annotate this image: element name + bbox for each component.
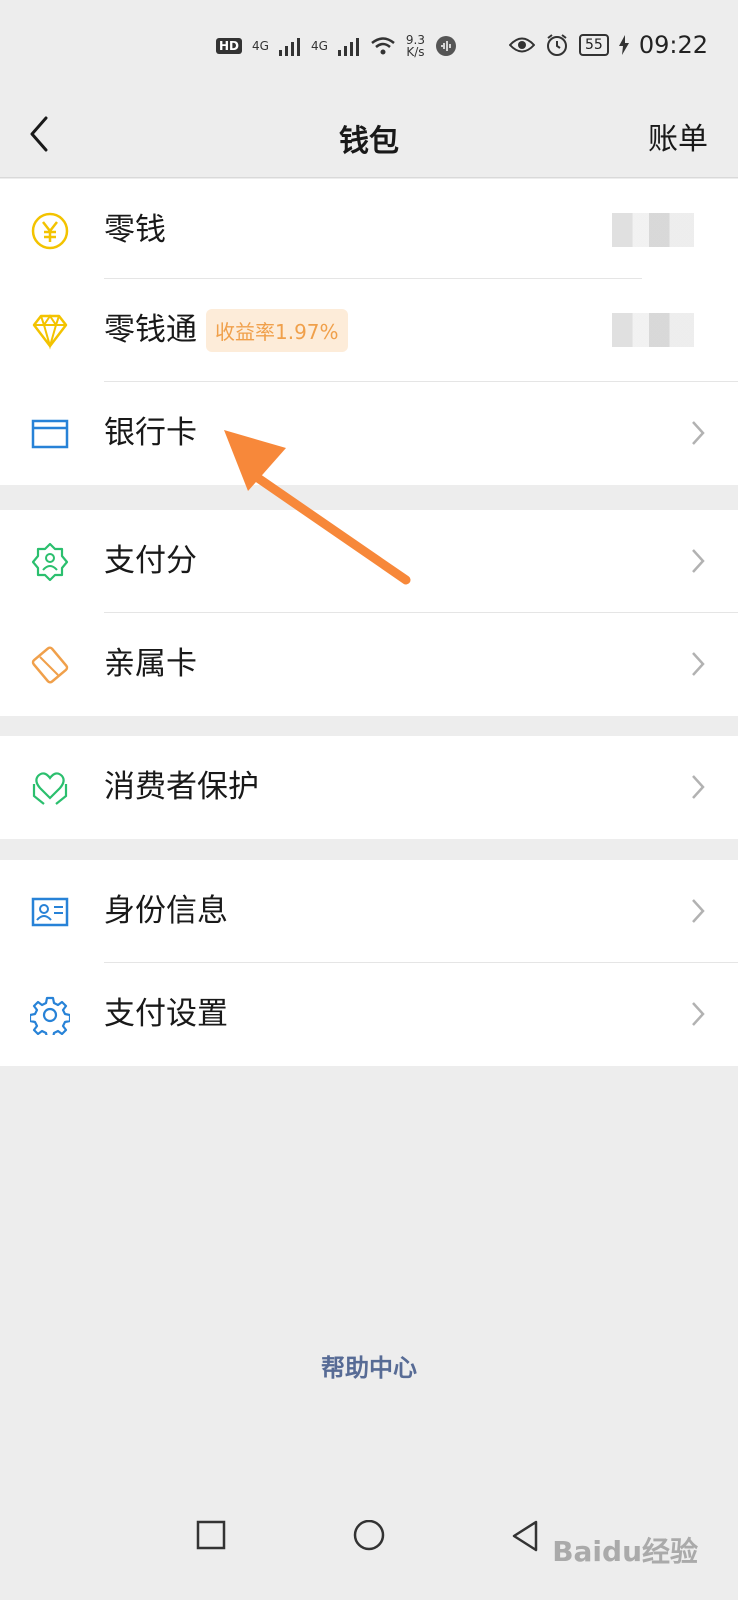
back-nav-icon[interactable] bbox=[510, 1520, 540, 1554]
status-left: HD 4G 4G 9.3 K/s bbox=[216, 34, 457, 58]
menu-item-label: 银行卡 bbox=[104, 415, 197, 451]
network-indicator-2: 4G bbox=[310, 39, 328, 53]
chevron-right-icon bbox=[692, 899, 705, 923]
pay-score-icon bbox=[31, 542, 69, 582]
menu-item-balance[interactable]: 零钱 bbox=[0, 179, 738, 279]
menu-item-label: 支付设置 bbox=[104, 996, 228, 1032]
chevron-right-icon bbox=[692, 549, 705, 573]
signal-icon-2 bbox=[337, 38, 359, 56]
menu-item-label: 支付分 bbox=[104, 543, 197, 579]
battery-indicator: 55 bbox=[579, 34, 609, 56]
chevron-right-icon bbox=[692, 652, 705, 676]
status-bar: HD 4G 4G 9.3 K/s 55 09:22 bbox=[0, 0, 738, 90]
wallet-group-4: 身份信息 支付设置 bbox=[0, 860, 738, 1066]
charging-icon bbox=[618, 35, 629, 55]
lingqiantong-amount-blurred bbox=[612, 313, 694, 347]
menu-item-label: 消费者保护 bbox=[104, 769, 259, 805]
menu-item-identity-info[interactable]: 身份信息 bbox=[0, 860, 738, 963]
speed-unit: K/s bbox=[406, 45, 425, 59]
watermark: Baidu经验 bbox=[552, 1535, 698, 1568]
chevron-right-icon bbox=[692, 421, 705, 445]
balance-amount-blurred bbox=[612, 213, 694, 247]
menu-item-label: 身份信息 bbox=[104, 893, 228, 929]
speed-indicator: 9.3 K/s bbox=[406, 34, 425, 58]
wifi-icon bbox=[371, 37, 395, 55]
help-center-link[interactable]: 帮助中心 bbox=[0, 1348, 738, 1383]
gear-icon bbox=[30, 996, 70, 1035]
yuan-coin-icon bbox=[31, 212, 69, 250]
sound-icon bbox=[435, 36, 456, 56]
wallet-group-3: 消费者保护 bbox=[0, 736, 738, 839]
clock: 09:22 bbox=[638, 31, 708, 59]
menu-item-label: 零钱 bbox=[104, 212, 166, 248]
bank-card-icon bbox=[31, 419, 69, 449]
alarm-icon bbox=[547, 34, 567, 56]
bill-button[interactable]: 账单 bbox=[648, 114, 708, 158]
yield-rate-badge: 收益率1.97% bbox=[206, 309, 348, 352]
diamond-icon bbox=[32, 314, 68, 350]
chevron-right-icon bbox=[692, 1002, 705, 1026]
menu-item-pay-score[interactable]: 支付分 bbox=[0, 510, 738, 613]
home-icon[interactable] bbox=[352, 1520, 386, 1554]
nav-bar: 钱包 账单 bbox=[0, 90, 738, 178]
wallet-group-1: 零钱 零钱通 收益率1.97% 银行卡 bbox=[0, 179, 738, 485]
menu-item-family-card[interactable]: 亲属卡 bbox=[0, 613, 738, 716]
menu-item-lingqiantong[interactable]: 零钱通 收益率1.97% bbox=[0, 279, 738, 382]
eye-icon bbox=[509, 37, 535, 53]
status-right: 55 09:22 bbox=[509, 31, 708, 59]
recent-apps-icon[interactable] bbox=[196, 1520, 226, 1552]
network-indicator-1: 4G bbox=[252, 39, 269, 53]
menu-item-payment-settings[interactable]: 支付设置 bbox=[0, 963, 738, 1066]
wallet-group-2: 支付分 亲属卡 bbox=[0, 510, 738, 716]
menu-item-bank-card[interactable]: 银行卡 bbox=[0, 382, 738, 485]
hd-indicator: HD bbox=[216, 38, 243, 54]
menu-item-label: 亲属卡 bbox=[104, 646, 197, 682]
chevron-right-icon bbox=[692, 775, 705, 799]
menu-item-consumer-protection[interactable]: 消费者保护 bbox=[0, 736, 738, 839]
family-card-icon bbox=[31, 646, 69, 684]
page-title: 钱包 bbox=[339, 124, 399, 159]
signal-icon bbox=[278, 38, 300, 56]
menu-item-label: 零钱通 bbox=[104, 312, 197, 348]
consumer-protection-icon bbox=[32, 772, 68, 805]
id-card-icon bbox=[31, 897, 69, 927]
